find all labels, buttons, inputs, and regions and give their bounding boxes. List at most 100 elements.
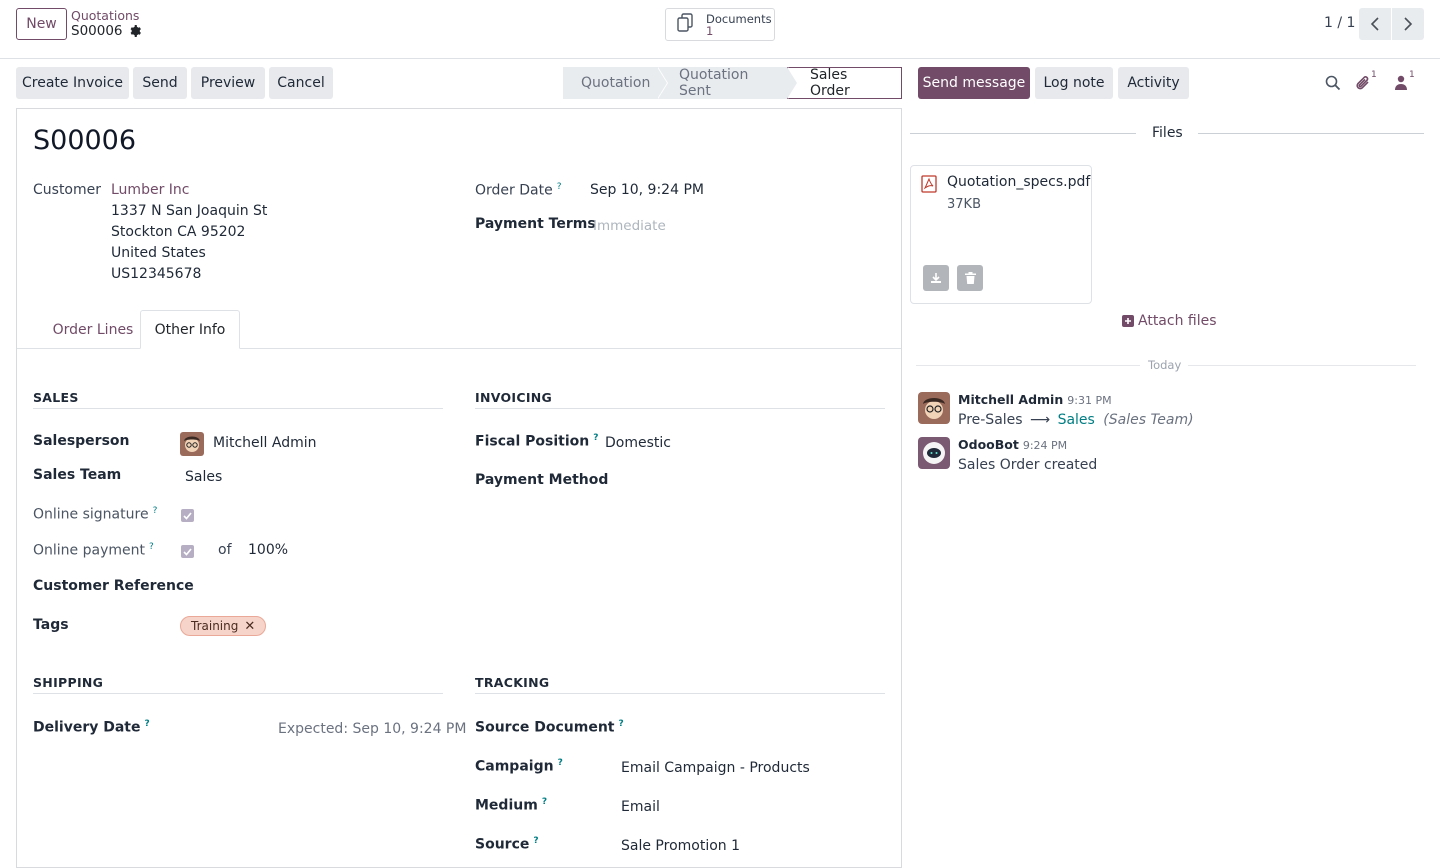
new-button[interactable]: New <box>16 8 67 40</box>
address-line: United States <box>111 245 206 261</box>
top-bar: New Quotations S00006 Documents 1 1 / 1 <box>0 0 1440 59</box>
payment-method-label: Payment Method <box>475 472 609 488</box>
status-bar: Quotation Quotation Sent Sales Order <box>563 67 902 99</box>
form-sheet: S00006 Customer Lumber Inc 1337 N San Jo… <box>16 108 902 868</box>
close-icon[interactable]: ✕ <box>244 619 255 634</box>
send-button[interactable]: Send <box>133 67 187 99</box>
order-date-field[interactable]: Sep 10, 9:24 PM <box>590 182 704 198</box>
salesperson-label: Salesperson <box>33 433 130 449</box>
message-author[interactable]: Mitchell Admin 9:31 PM <box>958 392 1112 407</box>
customer-link[interactable]: Lumber Inc <box>111 182 189 198</box>
attach-files-button[interactable]: Attach files <box>1122 313 1217 329</box>
delivery-date-field[interactable]: Expected: Sep 10, 9:24 PM <box>278 721 466 737</box>
user-icon <box>1395 75 1407 90</box>
create-invoice-button[interactable]: Create Invoice <box>16 67 129 99</box>
attachment-card[interactable]: Quotation_specs.pdf 37KB <box>910 165 1092 304</box>
message-author[interactable]: OdooBot 9:24 PM <box>958 437 1067 452</box>
source-label: Source? <box>475 836 539 853</box>
attachments-button[interactable]: 1 <box>1355 70 1377 92</box>
help-icon[interactable]: ? <box>149 542 154 552</box>
preview-button[interactable]: Preview <box>191 67 265 99</box>
delete-attachment-button[interactable] <box>957 265 983 291</box>
download-button[interactable] <box>923 265 949 291</box>
documents-smart-button[interactable]: Documents 1 <box>665 8 775 41</box>
stage-label: Sales Order <box>810 67 850 99</box>
medium-field[interactable]: Email <box>621 799 660 815</box>
message-time: 9:31 PM <box>1067 394 1112 407</box>
fiscal-position-field[interactable]: Domestic <box>605 435 671 451</box>
source-field[interactable]: Sale Promotion 1 <box>621 838 740 854</box>
help-icon[interactable]: ? <box>557 182 562 192</box>
customer-reference-label: Customer Reference <box>33 578 194 594</box>
payment-terms-input[interactable]: Immediate <box>593 218 666 234</box>
message-time: 9:24 PM <box>1022 439 1068 452</box>
documents-count: 1 <box>706 23 714 38</box>
tab-other-info[interactable]: Other Info <box>140 310 240 349</box>
help-icon[interactable]: ? <box>542 797 547 807</box>
download-icon <box>931 273 941 283</box>
help-icon[interactable]: ? <box>145 719 150 729</box>
attachment-size: 37KB <box>947 197 981 212</box>
online-signature-checkbox[interactable] <box>181 509 194 522</box>
breadcrumb-parent-link[interactable]: Quotations <box>71 8 139 23</box>
log-note-button[interactable]: Log note <box>1035 67 1113 99</box>
send-message-button[interactable]: Send message <box>918 67 1030 99</box>
sales-team-label: Sales Team <box>33 467 122 483</box>
help-icon[interactable]: ? <box>153 506 158 516</box>
stage-label: Quotation Sent <box>679 67 749 99</box>
section-sales-heading: SALES <box>33 390 443 409</box>
source-document-label: Source Document? <box>475 719 624 736</box>
message-body: Sales Order created <box>958 457 1098 473</box>
followers-count: 1 <box>1409 70 1415 80</box>
customer-label: Customer <box>33 182 102 198</box>
prepayment-percent-field[interactable]: 100% <box>248 542 288 558</box>
pager-value[interactable]: 1 / 1 <box>1324 15 1355 31</box>
date-separator: Today <box>916 357 1416 373</box>
salesperson-field[interactable]: Mitchell Admin <box>213 435 317 451</box>
documents-icon <box>676 12 698 37</box>
stage-quotation[interactable]: Quotation <box>563 67 668 99</box>
gear-icon[interactable] <box>129 25 141 37</box>
followers-button[interactable]: 1 <box>1395 70 1415 90</box>
check-icon <box>183 547 192 556</box>
today-label: Today <box>1148 358 1182 372</box>
tag-label: Training <box>191 619 239 633</box>
chatter-panel: Files Quotation_specs.pdf 37KB Attach fi… <box>902 107 1440 854</box>
avatar[interactable] <box>918 437 950 469</box>
pager-previous-button[interactable] <box>1359 8 1391 40</box>
help-icon[interactable]: ? <box>558 758 563 768</box>
sales-team-field[interactable]: Sales <box>185 469 222 485</box>
stage-label: Quotation <box>581 75 651 91</box>
online-payment-label: Online payment? <box>33 542 154 559</box>
tab-order-lines[interactable]: Order Lines <box>34 310 152 350</box>
old-value: Pre-Sales <box>958 412 1023 428</box>
help-icon[interactable]: ? <box>533 836 538 846</box>
section-shipping-heading: SHIPPING <box>33 675 443 694</box>
files-title: Files <box>1152 125 1183 141</box>
files-header: Files <box>910 125 1424 141</box>
stage-quotation-sent[interactable]: Quotation Sent <box>657 67 798 99</box>
tags-label: Tags <box>33 617 69 633</box>
activity-button[interactable]: Activity <box>1118 67 1189 99</box>
order-date-label: Order Date? <box>475 182 562 199</box>
documents-label: Documents <box>706 11 772 26</box>
campaign-field[interactable]: Email Campaign - Products <box>621 760 810 776</box>
address-line: Stockton CA 95202 <box>111 224 246 240</box>
pdf-file-icon <box>921 175 937 197</box>
campaign-label: Campaign? <box>475 758 563 775</box>
tracked-field-name: (Sales Team) <box>1103 412 1194 428</box>
chevron-right-icon <box>1404 17 1413 31</box>
section-tracking-heading: TRACKING <box>475 675 885 694</box>
stage-sales-order[interactable]: Sales Order <box>787 67 902 99</box>
attachment-name: Quotation_specs.pdf <box>947 174 1091 190</box>
pager-next-button[interactable] <box>1392 8 1424 40</box>
online-payment-checkbox[interactable] <box>181 545 194 558</box>
cancel-button[interactable]: Cancel <box>269 67 333 99</box>
breadcrumb-current-label: S00006 <box>71 23 123 39</box>
help-icon[interactable]: ? <box>593 433 598 443</box>
trash-icon <box>964 272 976 284</box>
help-icon[interactable]: ? <box>619 719 624 729</box>
avatar[interactable] <box>918 392 950 424</box>
search-icon[interactable] <box>1325 75 1341 95</box>
fiscal-position-label: Fiscal Position? <box>475 433 599 450</box>
